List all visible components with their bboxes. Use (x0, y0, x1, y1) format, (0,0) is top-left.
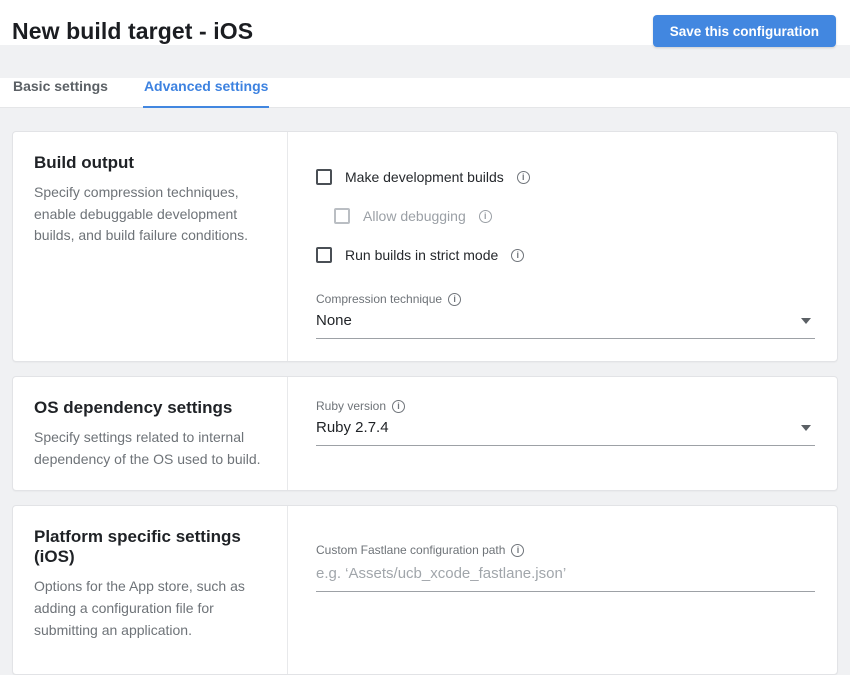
page-header: New build target - iOS Save this configu… (0, 0, 850, 45)
card-description: Options for the App store, such as addin… (34, 576, 267, 641)
info-icon[interactable]: i (392, 400, 405, 413)
tab-advanced-settings[interactable]: Advanced settings (143, 78, 269, 108)
save-configuration-button[interactable]: Save this configuration (653, 15, 836, 47)
run-builds-strict-mode-checkbox[interactable] (316, 247, 332, 263)
fastlane-path-input[interactable] (316, 558, 815, 592)
select-value: None (316, 312, 352, 329)
settings-content: Build output Specify compression techniq… (0, 108, 850, 675)
dropdown-caret-icon (801, 318, 811, 324)
card-build-output: Build output Specify compression techniq… (12, 131, 838, 362)
field-label: Custom Fastlane configuration path i (316, 543, 815, 557)
checkbox-label: Run builds in strict mode (345, 247, 498, 263)
field-label: Ruby version i (316, 399, 815, 413)
info-icon[interactable]: i (448, 293, 461, 306)
checkbox-row-allow-debugging: Allow debugging i (334, 208, 815, 224)
select-value: Ruby 2.7.4 (316, 419, 389, 436)
checkbox-row-make-development-builds[interactable]: Make development builds i (316, 169, 815, 185)
checkbox-row-run-builds-strict-mode[interactable]: Run builds in strict mode i (316, 247, 815, 263)
info-icon[interactable]: i (511, 544, 524, 557)
card-build-output-controls: Make development builds i Allow debuggin… (288, 132, 837, 361)
allow-debugging-checkbox (334, 208, 350, 224)
settings-tab-bar: Basic settings Advanced settings (0, 78, 850, 108)
info-icon[interactable]: i (511, 249, 524, 262)
card-os-dependency-settings: OS dependency settings Specify settings … (12, 376, 838, 491)
info-icon[interactable]: i (479, 210, 492, 223)
card-platform-specific-settings: Platform specific settings (iOS) Options… (12, 505, 838, 675)
card-os-dependency-info: OS dependency settings Specify settings … (13, 377, 288, 490)
checkbox-label: Allow debugging (363, 208, 466, 224)
card-description: Specify compression techniques, enable d… (34, 182, 267, 247)
card-heading: OS dependency settings (34, 398, 267, 418)
field-label-text: Custom Fastlane configuration path (316, 543, 505, 557)
card-heading: Build output (34, 153, 267, 173)
field-label: Compression technique i (316, 292, 815, 306)
card-build-output-info: Build output Specify compression techniq… (13, 132, 288, 361)
compression-technique-select[interactable]: None (316, 306, 815, 339)
card-description: Specify settings related to internal dep… (34, 427, 267, 470)
ruby-version-field: Ruby version i Ruby 2.7.4 (316, 399, 815, 446)
fastlane-path-field: Custom Fastlane configuration path i (316, 543, 815, 592)
card-heading: Platform specific settings (iOS) (34, 527, 267, 567)
field-label-text: Ruby version (316, 399, 386, 413)
dropdown-caret-icon (801, 425, 811, 431)
card-platform-specific-controls: Custom Fastlane configuration path i (288, 506, 837, 674)
compression-technique-field: Compression technique i None (316, 292, 815, 339)
info-icon[interactable]: i (517, 171, 530, 184)
checkbox-label: Make development builds (345, 169, 504, 185)
ruby-version-select[interactable]: Ruby 2.7.4 (316, 413, 815, 446)
card-os-dependency-controls: Ruby version i Ruby 2.7.4 (288, 377, 837, 490)
tab-basic-settings[interactable]: Basic settings (12, 78, 109, 107)
card-platform-specific-info: Platform specific settings (iOS) Options… (13, 506, 288, 674)
make-development-builds-checkbox[interactable] (316, 169, 332, 185)
field-label-text: Compression technique (316, 292, 442, 306)
